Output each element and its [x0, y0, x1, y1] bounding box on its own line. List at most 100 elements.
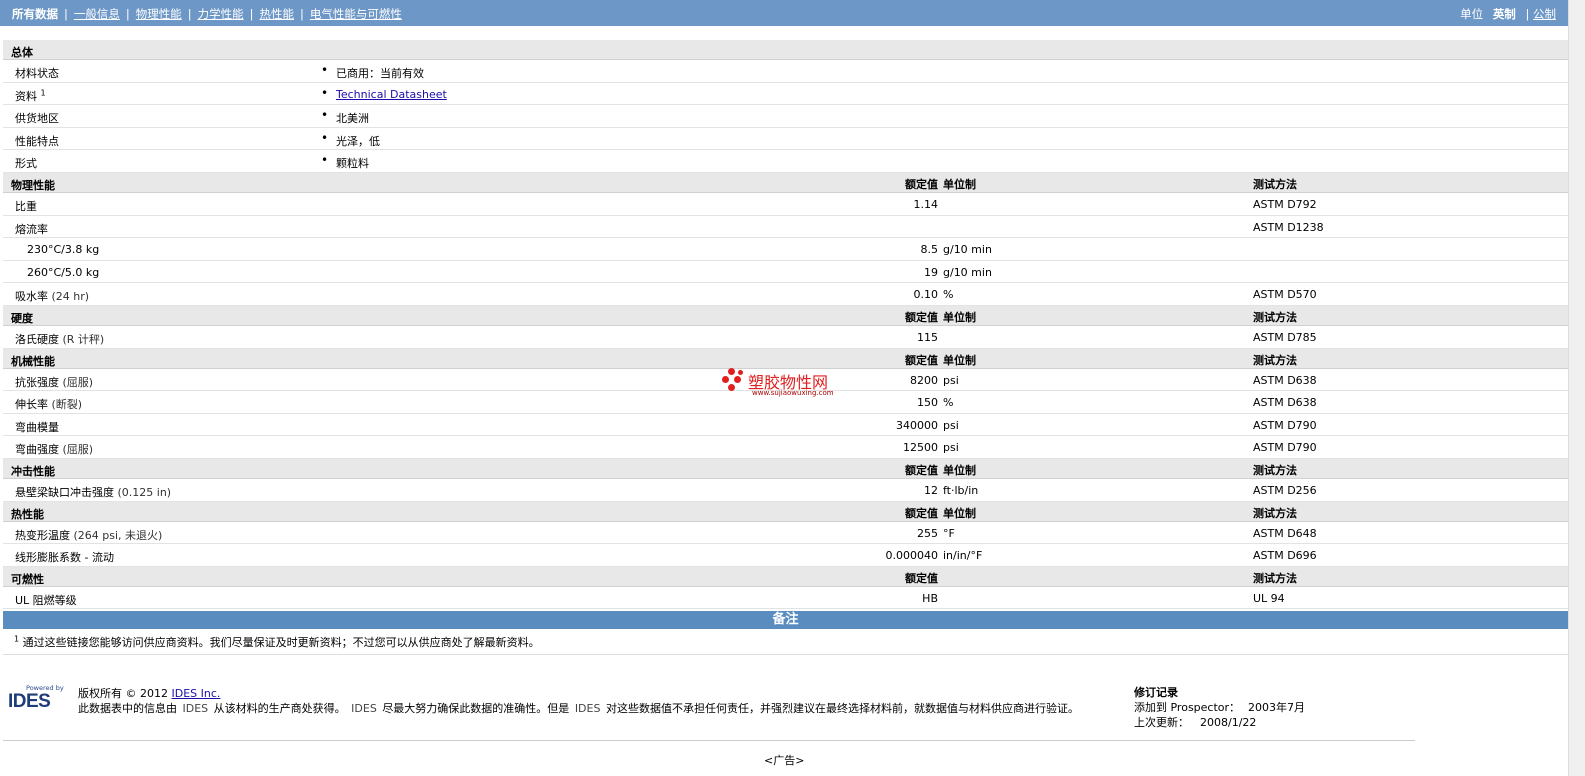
table-row: 230°C/3.8 kg 8.5 g/10 min [3, 238, 1568, 261]
ides-name: IDES [574, 702, 601, 715]
divider [3, 654, 1568, 655]
nav-physical[interactable]: 物理性能 [136, 6, 182, 22]
property-condition: (屈服) [62, 443, 94, 457]
property-label: UL 阻燃等级 [15, 593, 77, 607]
nav-thermal[interactable]: 热性能 [260, 6, 295, 22]
bullet: • [321, 153, 329, 168]
disclaimer-part: 对这些数据值不承担任何责任，并强烈建议在最终选择材料前，就数据值与材料供应商进行… [605, 702, 1079, 715]
ad-label: <广告> [764, 754, 805, 767]
units-metric-link[interactable]: 公制 [1533, 7, 1556, 21]
units-english: 英制 [1492, 7, 1516, 21]
bullet: • [321, 130, 329, 145]
footnote-ref: 1 [40, 87, 46, 97]
updated-value: 2008/1/22 [1200, 716, 1257, 729]
ides-name: IDES [182, 702, 209, 715]
property-label: 抗张强度 (屈服) [15, 375, 94, 389]
property-unit: % [943, 288, 954, 302]
property-label: 洛氏硬度 (R 计秤) [15, 332, 105, 346]
table-row: UL 阻燃等级 HB UL 94 [3, 587, 1568, 610]
property-condition: (断裂) [51, 398, 83, 412]
property-unit: psi [943, 418, 959, 432]
ides-logo: Powered by IDES [8, 684, 70, 712]
units-switcher: 单位 英制 | 公制 [1460, 6, 1556, 22]
nav-mechanical[interactable]: 力学性能 [198, 6, 244, 22]
col-header-unit: 单位制 [943, 506, 976, 520]
nav-all-data[interactable]: 所有数据 [12, 6, 58, 22]
property-condition: (0.125 in) [117, 485, 172, 499]
col-header-test: 测试方法 [1253, 463, 1297, 477]
property-value: HB [922, 591, 938, 605]
col-header-unit: 单位制 [943, 177, 976, 191]
property-value: 已商用：当前有效 [336, 67, 424, 80]
section-title: 机械性能 [11, 354, 55, 368]
test-method: ASTM D696 [1253, 549, 1317, 563]
nav-separator: | [125, 7, 130, 21]
col-header-test: 测试方法 [1253, 310, 1297, 324]
property-condition: (24 hr) [51, 290, 90, 304]
footnote: 1 通过这些链接您能够访问供应商资料。我们尽量保证及时更新资料；不过您可以从供应… [14, 634, 540, 650]
property-unit: in/in/°F [943, 549, 983, 563]
test-method: ASTM D792 [1253, 197, 1317, 211]
section-header-general: 总体 [3, 40, 1568, 60]
test-method: ASTM D570 [1253, 288, 1317, 302]
property-label: 弯曲强度 (屈服) [15, 443, 94, 457]
footer-disclaimer: 版权所有 © 2012 IDES Inc. 此数据表中的信息由 IDES 从该材… [78, 686, 1079, 716]
col-header-value: 额定值 [905, 177, 938, 191]
ides-inc-link[interactable]: IDES Inc. [172, 687, 221, 700]
table-row: 形式 • 颗粒料 [3, 150, 1568, 173]
test-method: ASTM D256 [1253, 483, 1317, 497]
section-title: 热性能 [11, 507, 44, 521]
col-header-test: 测试方法 [1253, 571, 1297, 585]
ides-logo-text: IDES [8, 691, 51, 712]
notes-header: 备注 [3, 611, 1568, 629]
table-row: 熔流率 ASTM D1238 [3, 216, 1568, 239]
property-label: 260°C/5.0 kg [27, 265, 100, 279]
property-unit: °F [943, 526, 955, 540]
nav-electrical-flammability[interactable]: 电气性能与可燃性 [310, 6, 402, 22]
test-method: ASTM D785 [1253, 330, 1317, 344]
property-value: 115 [917, 330, 938, 344]
nav-separator: | [249, 7, 254, 21]
property-value: 8200 [910, 373, 938, 387]
watermark-url: www.sujiaowuxing.com [752, 389, 834, 397]
watermark: 塑胶物性网 www.sujiaowuxing.com [720, 366, 860, 400]
property-label: 性能特点 [15, 134, 59, 148]
technical-datasheet-link[interactable]: Technical Datasheet [336, 88, 447, 101]
property-label: 比重 [15, 199, 37, 213]
property-value: 光泽，低 [336, 134, 380, 148]
section-title: 硬度 [11, 311, 33, 325]
col-header-unit: 单位制 [943, 353, 976, 367]
section-header-physical: 物理性能 额定值 单位制 测试方法 [3, 172, 1568, 193]
copyright-text: 版权所有 © 2012 [78, 687, 168, 700]
footnote-text: 通过这些链接您能够访问供应商资料。我们尽量保证及时更新资料；不过您可以从供应商处… [22, 636, 540, 649]
col-header-unit: 单位制 [943, 463, 976, 477]
property-label: 热变形温度 (264 psi, 未退火) [15, 528, 163, 542]
top-nav-bar: 所有数据 | 一般信息 | 物理性能 | 力学性能 | 热性能 | 电气性能与可燃性 单位 英制 |… [0, 0, 1568, 26]
nav-separator: | [64, 7, 68, 21]
property-unit: % [943, 396, 954, 410]
property-label: 材料状态 [15, 67, 59, 80]
added-label: 添加到 Prospector： [1134, 701, 1241, 714]
nav-separator: | [187, 7, 192, 21]
col-header-test: 测试方法 [1253, 353, 1297, 367]
test-method: ASTM D638 [1253, 396, 1317, 410]
property-value: 12 [924, 483, 938, 497]
table-row: 悬壁梁缺口冲击强度 (0.125 in) 12 ft·lb/in ASTM D2… [3, 479, 1568, 502]
col-header-value: 额定值 [905, 310, 938, 324]
property-label: 线形膨胀系数 - 流动 [15, 551, 114, 565]
property-value: 12500 [903, 441, 938, 455]
vertical-scrollbar[interactable] [1568, 0, 1585, 776]
added-value: 2003年7月 [1248, 701, 1306, 714]
property-label: 吸水率 (24 hr) [15, 290, 90, 304]
property-value: 北美洲 [336, 112, 369, 126]
property-condition: (屈服) [62, 375, 94, 389]
property-label: 伸长率 (断裂) [15, 398, 83, 412]
units-separator: | [1525, 7, 1530, 21]
section-title: 冲击性能 [11, 464, 55, 478]
table-row: 洛氏硬度 (R 计秤) 115 ASTM D785 [3, 326, 1568, 349]
property-label: 形式 [15, 157, 37, 171]
table-row: 供货地区 • 北美洲 [3, 105, 1568, 128]
nav-general-info[interactable]: 一般信息 [74, 6, 120, 22]
property-condition: (R 计秤) [62, 332, 105, 346]
property-value: 0.10 [913, 288, 939, 302]
